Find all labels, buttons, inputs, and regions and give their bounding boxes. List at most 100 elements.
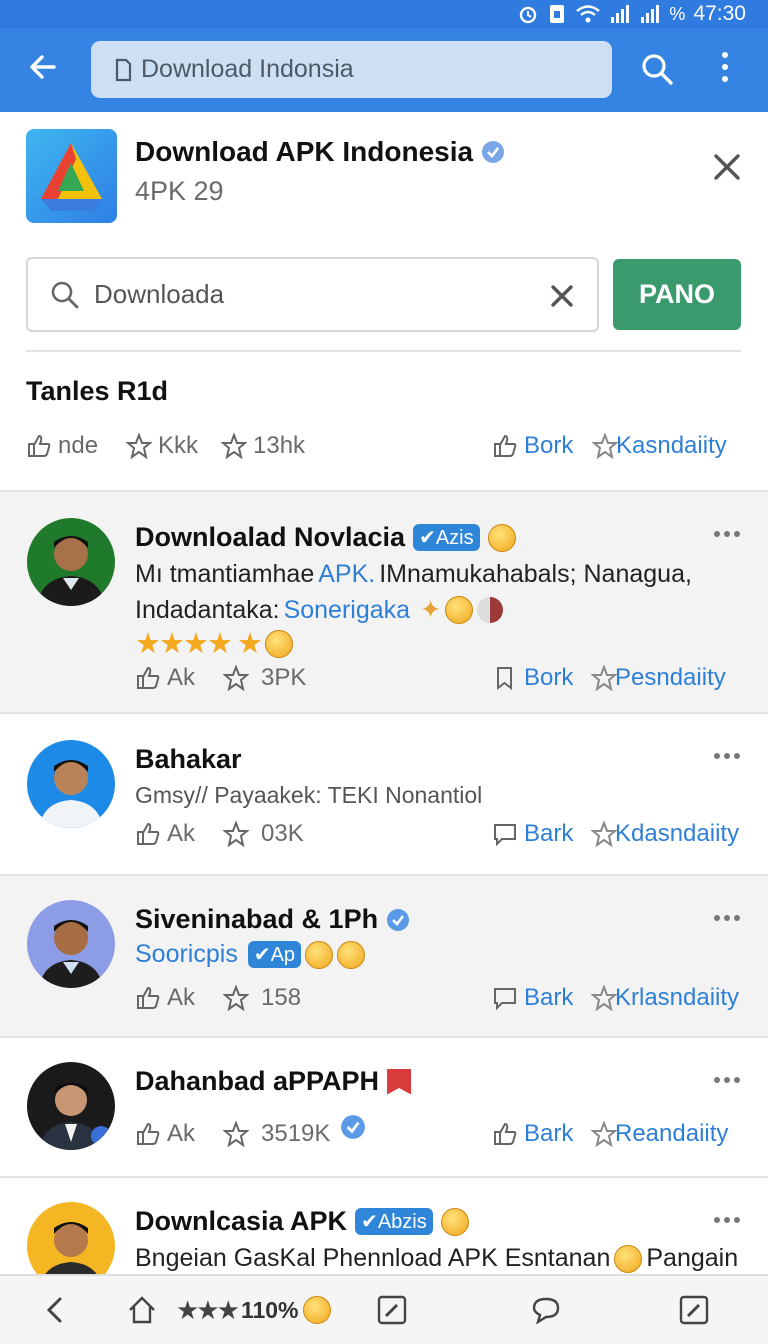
more-horiz-icon[interactable] bbox=[713, 530, 741, 538]
text: Indadantaka: bbox=[135, 595, 280, 624]
like-action-button[interactable]: Bark bbox=[492, 1120, 573, 1148]
status-icons: % 47:30 bbox=[517, 2, 746, 26]
author-name: Downlcasia APK bbox=[135, 1206, 348, 1236]
rate-button[interactable]: Kdasndaiity bbox=[591, 820, 739, 848]
stat-star[interactable]: Kkk bbox=[126, 432, 198, 460]
search-submit-button[interactable]: PANO bbox=[613, 259, 741, 330]
star-button[interactable]: 3PK bbox=[223, 664, 306, 692]
status-bar: % 47:30 bbox=[0, 0, 768, 28]
more-horiz-icon[interactable] bbox=[713, 1216, 741, 1224]
bookmark-button[interactable]: Bork bbox=[492, 664, 573, 692]
more-horiz-icon[interactable] bbox=[713, 1076, 741, 1084]
post-card[interactable]: Bahakar Gmsy// Payaakek: TEKI Nonantiol … bbox=[0, 712, 768, 874]
browser-toolbar: Download Indonsia bbox=[0, 28, 768, 112]
like-button[interactable]: Ak bbox=[135, 984, 195, 1012]
rate-button[interactable]: Pesndaiity bbox=[591, 664, 726, 692]
stat-label: 13hk bbox=[253, 432, 306, 459]
link[interactable]: Sonerigaka bbox=[284, 596, 410, 625]
post-card[interactable]: Siveninabad & 1Ph Sooricpis ✔Ap Ak 158 B… bbox=[0, 874, 768, 1036]
post-card[interactable]: Downlcasia APK ✔Abzis Bngeian GasKal Phe… bbox=[0, 1176, 768, 1274]
comment-button[interactable]: Bark bbox=[492, 984, 573, 1012]
star-icon bbox=[592, 433, 618, 459]
post-stats: Ak 03K Bark Kdasndaiity bbox=[135, 820, 741, 850]
emoji-icon bbox=[445, 596, 474, 624]
stat-like-action[interactable]: Bork bbox=[492, 432, 573, 460]
comment-button[interactable] bbox=[530, 1292, 562, 1328]
tag-badge: ✔Abzis bbox=[355, 1208, 433, 1235]
post-subtitle: Gmsy// Payaakek: TEKI Nonantiol bbox=[135, 782, 483, 808]
search-box bbox=[26, 257, 599, 332]
edit-button[interactable] bbox=[376, 1292, 408, 1328]
clear-icon[interactable] bbox=[549, 283, 575, 309]
search-icon[interactable] bbox=[640, 52, 674, 86]
avatar[interactable] bbox=[27, 1062, 115, 1150]
post-stats: Ak 3PK Bork Pesndaiity bbox=[135, 664, 741, 694]
rate-button[interactable]: Reandaiity bbox=[591, 1120, 728, 1148]
comment-button[interactable]: Bark bbox=[492, 820, 573, 848]
link[interactable]: Sooricpis bbox=[135, 940, 238, 969]
stat-like[interactable]: nde bbox=[26, 432, 98, 460]
avatar[interactable] bbox=[27, 740, 115, 828]
comment-icon bbox=[494, 824, 516, 847]
back-button[interactable] bbox=[40, 1292, 72, 1328]
avatar[interactable] bbox=[27, 1202, 115, 1274]
home-button[interactable] bbox=[126, 1292, 158, 1328]
star-button[interactable]: 3519K bbox=[223, 1115, 366, 1148]
search-input[interactable] bbox=[94, 279, 524, 310]
zoom-indicator[interactable]: ★★★ 110% bbox=[176, 1292, 331, 1328]
more-vert-icon[interactable] bbox=[715, 50, 735, 84]
post-tags: Sooricpis ✔Ap bbox=[135, 940, 366, 969]
like-button[interactable]: Ak bbox=[135, 820, 195, 848]
post-author[interactable]: Bahakar bbox=[135, 744, 242, 775]
avatar[interactable] bbox=[27, 900, 115, 988]
like-button[interactable]: Ak bbox=[135, 1120, 195, 1148]
post-author[interactable]: Downlcasia APK ✔Abzis bbox=[135, 1206, 469, 1237]
action-label: Kdasndaiity bbox=[615, 820, 740, 847]
post-text-line: Indadantaka: Sonerigaka ✦ bbox=[135, 595, 504, 625]
home-icon bbox=[129, 1296, 155, 1324]
verified-badge-icon bbox=[387, 908, 410, 931]
sparkle-icon: ✦ bbox=[420, 596, 442, 624]
bookmark-flag-icon bbox=[387, 1068, 412, 1095]
more-horiz-icon[interactable] bbox=[713, 914, 741, 922]
avatar[interactable] bbox=[27, 518, 115, 606]
stat-star[interactable]: 13hk bbox=[221, 432, 305, 460]
more-horiz-icon[interactable] bbox=[713, 752, 741, 760]
back-arrow-icon[interactable] bbox=[26, 50, 60, 84]
app-root: % 47:30 Download Indonsia Download APK I… bbox=[0, 0, 768, 1344]
star-button[interactable]: 03K bbox=[223, 820, 304, 848]
address-bar[interactable]: Download Indonsia bbox=[91, 41, 612, 98]
bookmark-icon bbox=[497, 667, 512, 691]
thumbs-up-icon bbox=[494, 434, 517, 457]
stat-rate-action[interactable]: Kasndaiity bbox=[592, 432, 727, 460]
star-button[interactable]: 158 bbox=[223, 984, 301, 1012]
post-author[interactable]: Dahanbad aPPAPH bbox=[135, 1066, 412, 1097]
like-button[interactable]: Ak bbox=[135, 664, 195, 692]
post-author[interactable]: Downloalad Novlacia ✔Azis bbox=[135, 522, 516, 553]
action-label: Pesndaiity bbox=[615, 664, 726, 691]
sim-icon bbox=[550, 5, 565, 23]
link[interactable]: APK. bbox=[318, 560, 375, 589]
action-label: Bark bbox=[524, 1120, 574, 1147]
person-avatar-icon bbox=[45, 1222, 97, 1274]
text: IMnamukahabals; Nanagua, bbox=[379, 560, 692, 588]
rate-button[interactable]: Krlasndaiity bbox=[591, 984, 739, 1012]
comment-icon bbox=[494, 988, 516, 1011]
post-author[interactable]: Siveninabad & 1Ph bbox=[135, 904, 410, 935]
star-icon bbox=[591, 821, 617, 847]
like-count: Ak bbox=[167, 1120, 196, 1147]
close-icon[interactable] bbox=[712, 152, 742, 182]
emoji-icon bbox=[487, 523, 516, 552]
star-count: 03K bbox=[261, 820, 304, 847]
compose-button[interactable] bbox=[678, 1292, 710, 1328]
thumbs-up-icon bbox=[28, 434, 51, 457]
edit-icon bbox=[377, 1295, 407, 1325]
triangle-logo-icon bbox=[41, 143, 102, 211]
flag-icon bbox=[477, 597, 504, 623]
post-card[interactable]: Downloalad Novlacia ✔Azis Mı tmantiamhae… bbox=[0, 490, 768, 712]
app-header: Download APK Indonesia 4PK 29 bbox=[0, 112, 768, 240]
post-card[interactable]: Dahanbad aPPAPH Ak 3519K Bark Reandaiity bbox=[0, 1036, 768, 1178]
star-icon bbox=[223, 665, 249, 691]
star-icon bbox=[126, 433, 152, 459]
action-label: Bark bbox=[524, 820, 574, 847]
